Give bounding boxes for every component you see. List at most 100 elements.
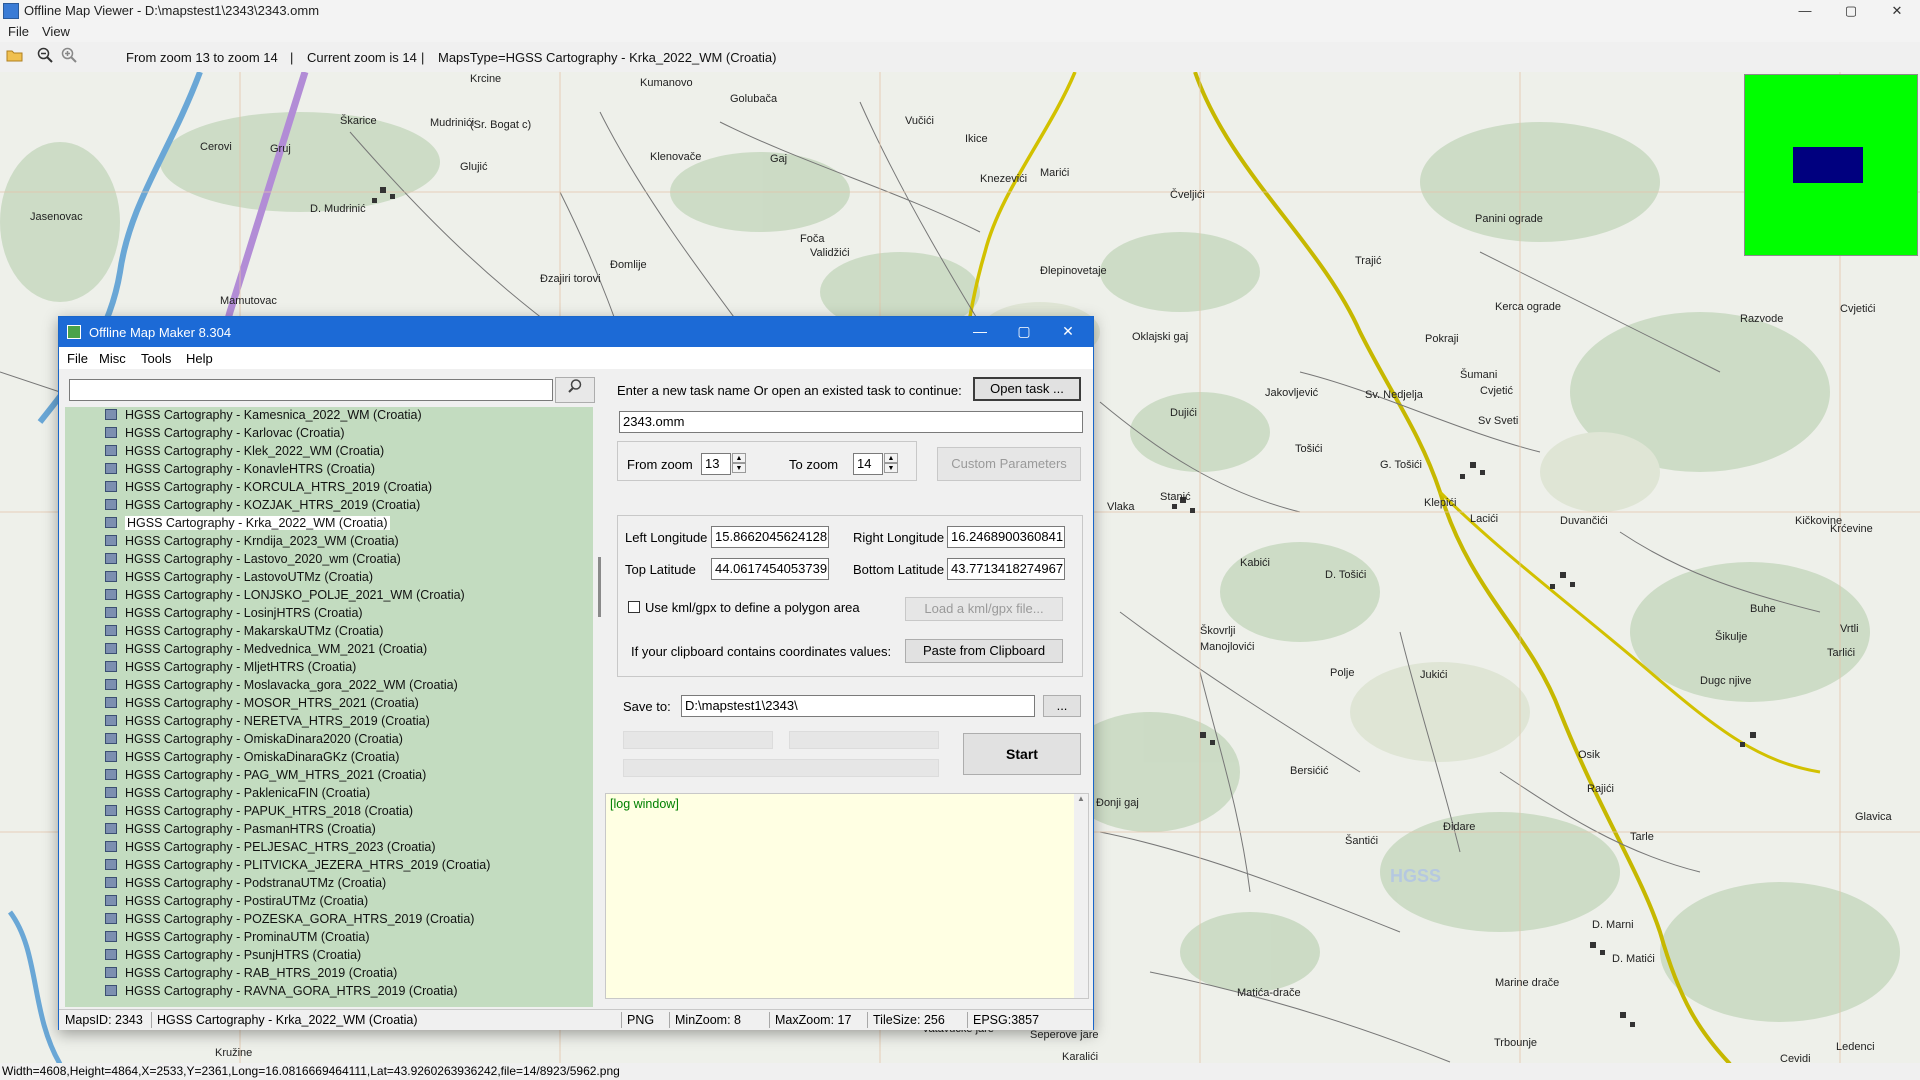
map-source-icon xyxy=(105,679,117,690)
tree-item[interactable]: HGSS Cartography - PLITVICKA_JEZERA_HTRS… xyxy=(65,857,585,875)
tree-item-label: HGSS Cartography - OmiskaDinara2020 (Cro… xyxy=(125,732,403,746)
tree-item[interactable]: HGSS Cartography - PostiraUTMz (Croatia) xyxy=(65,893,585,911)
browse-folder-button[interactable]: ... xyxy=(1043,695,1081,717)
tree-item[interactable]: HGSS Cartography - PELJESAC_HTRS_2023 (C… xyxy=(65,839,585,857)
paste-clipboard-button[interactable]: Paste from Clipboard xyxy=(905,639,1063,663)
menu-file[interactable]: File xyxy=(8,24,29,39)
from-zoom-input[interactable]: 13 xyxy=(701,453,731,475)
zoom-in-icon[interactable] xyxy=(59,47,79,67)
tree-item[interactable]: HGSS Cartography - NERETVA_HTRS_2019 (Cr… xyxy=(65,713,585,731)
overview-minimap[interactable] xyxy=(1744,74,1918,256)
tree-item[interactable]: HGSS Cartography - Moslavacka_gora_2022_… xyxy=(65,677,585,695)
map-place-label: D. Marni xyxy=(1592,919,1634,931)
tree-item[interactable]: HGSS Cartography - LosinjHTRS (Croatia) xyxy=(65,605,585,623)
top-latitude-input[interactable]: 44.0617454053739 xyxy=(711,558,829,580)
dialog-menu-tools[interactable]: Tools xyxy=(141,351,171,366)
from-zoom-spinner[interactable]: ▲ ▼ xyxy=(732,453,746,475)
folder-open-icon[interactable] xyxy=(5,47,25,67)
tree-item[interactable]: HGSS Cartography - Lastovo_2020_wm (Croa… xyxy=(65,551,585,569)
tree-item[interactable]: HGSS Cartography - PaklenicaFIN (Croatia… xyxy=(65,785,585,803)
search-button[interactable] xyxy=(555,377,595,403)
tree-item[interactable]: HGSS Cartography - PsunjHTRS (Croatia) xyxy=(65,947,585,965)
tree-item[interactable]: HGSS Cartography - PAG_WM_HTRS_2021 (Cro… xyxy=(65,767,585,785)
map-place-label: Golubača xyxy=(730,93,778,105)
tree-item[interactable]: HGSS Cartography - PAPUK_HTRS_2018 (Croa… xyxy=(65,803,585,821)
dialog-minimize-button[interactable]: — xyxy=(957,317,1003,347)
tree-item[interactable]: HGSS Cartography - Karlovac (Croatia) xyxy=(65,425,585,443)
log-scrollbar[interactable]: ▲ xyxy=(1074,794,1088,998)
map-place-label: Panini ograde xyxy=(1475,213,1543,225)
left-longitude-input[interactable]: 15.8662045624128 xyxy=(711,526,829,548)
map-source-icon xyxy=(105,751,117,762)
right-longitude-input[interactable]: 16.2468900360841 xyxy=(947,526,1065,548)
map-place-label: Vlaka xyxy=(1107,501,1135,513)
tree-item[interactable]: HGSS Cartography - MljetHTRS (Croatia) xyxy=(65,659,585,677)
open-task-button[interactable]: Open task ... xyxy=(973,377,1081,401)
maps-search-input[interactable] xyxy=(69,379,553,401)
tree-scroll-thumb[interactable] xyxy=(598,557,601,617)
close-button[interactable]: ✕ xyxy=(1874,0,1920,22)
tree-item[interactable]: HGSS Cartography - POZESKA_GORA_HTRS_201… xyxy=(65,911,585,929)
to-zoom-input[interactable]: 14 xyxy=(853,453,883,475)
tree-item[interactable]: HGSS Cartography - MOSOR_HTRS_2021 (Croa… xyxy=(65,695,585,713)
status-separator xyxy=(621,1012,622,1028)
map-source-icon xyxy=(105,535,117,546)
map-source-icon xyxy=(105,571,117,582)
map-place-label: Matića-drače xyxy=(1237,987,1301,999)
task-name-input[interactable]: 2343.omm xyxy=(619,411,1083,433)
tree-item[interactable]: HGSS Cartography - Klek_2022_WM (Croatia… xyxy=(65,443,585,461)
tree-item[interactable]: HGSS Cartography - OmiskaDinaraGKz (Croa… xyxy=(65,749,585,767)
tree-item[interactable]: HGSS Cartography - ProminaUTM (Croatia) xyxy=(65,929,585,947)
save-path-input[interactable]: D:\mapstest1\2343\ xyxy=(681,695,1035,717)
map-source-icon xyxy=(105,445,117,456)
maximize-button[interactable]: ▢ xyxy=(1828,0,1874,22)
tree-item[interactable]: HGSS Cartography - LONJSKO_POLJE_2021_WM… xyxy=(65,587,585,605)
tree-item-label: HGSS Cartography - PELJESAC_HTRS_2023 (C… xyxy=(125,840,436,854)
dialog-close-button[interactable]: ✕ xyxy=(1045,317,1091,347)
maps-tree-list[interactable]: HGSS Cartography - Kamesnica_2022_WM (Cr… xyxy=(65,407,594,1007)
tree-item[interactable]: HGSS Cartography - Medvednica_WM_2021 (C… xyxy=(65,641,585,659)
start-button[interactable]: Start xyxy=(963,733,1081,775)
tree-item[interactable]: HGSS Cartography - PasmanHTRS (Croatia) xyxy=(65,821,585,839)
bottom-latitude-input[interactable]: 43.7713418274967 xyxy=(947,558,1065,580)
dialog-menu-misc[interactable]: Misc xyxy=(99,351,126,366)
dialog-titlebar: Offline Map Maker 8.304 — ▢ ✕ xyxy=(59,317,1093,347)
use-kml-checkbox[interactable] xyxy=(628,601,640,613)
map-source-icon xyxy=(105,625,117,636)
dialog-menu-file[interactable]: File xyxy=(67,351,88,366)
map-place-label: Dugc njive xyxy=(1700,675,1751,687)
zoom-out-icon[interactable] xyxy=(35,47,55,67)
tree-item-label: HGSS Cartography - RAB_HTRS_2019 (Croati… xyxy=(125,966,398,980)
tree-item[interactable]: HGSS Cartography - MakarskaUTMz (Croatia… xyxy=(65,623,585,641)
minimap-viewport[interactable] xyxy=(1793,147,1863,183)
progress-bar-2 xyxy=(789,731,939,749)
to-zoom-spinner[interactable]: ▲ ▼ xyxy=(884,453,898,475)
tree-item[interactable]: HGSS Cartography - KORCULA_HTRS_2019 (Cr… xyxy=(65,479,585,497)
tree-item[interactable]: HGSS Cartography - RAVNA_GORA_HTRS_2019 … xyxy=(65,983,585,1001)
load-kml-button[interactable]: Load a kml/gpx file... xyxy=(905,597,1063,621)
dialog-maximize-button[interactable]: ▢ xyxy=(1001,317,1047,347)
tree-item-label: HGSS Cartography - LastovoUTMz (Croatia) xyxy=(125,570,373,584)
tree-item[interactable]: HGSS Cartography - LastovoUTMz (Croatia) xyxy=(65,569,585,587)
map-place-label: Čveljići xyxy=(1170,188,1205,201)
log-window[interactable]: [log window] ▲ xyxy=(605,793,1089,999)
map-source-icon xyxy=(105,967,117,978)
tree-item[interactable]: HGSS Cartography - RAB_HTRS_2019 (Croati… xyxy=(65,965,585,983)
tree-item[interactable]: HGSS Cartography - OmiskaDinara2020 (Cro… xyxy=(65,731,585,749)
map-place-label: Krćevine xyxy=(1830,523,1873,535)
tree-item-label: HGSS Cartography - Krndija_2023_WM (Croa… xyxy=(125,534,399,548)
tree-item-label: HGSS Cartography - PsunjHTRS (Croatia) xyxy=(125,948,362,962)
menu-view[interactable]: View xyxy=(42,24,70,39)
map-place-label: Mamutovac xyxy=(220,295,277,307)
tree-item[interactable]: HGSS Cartography - Kamesnica_2022_WM (Cr… xyxy=(65,407,585,425)
tree-item[interactable]: HGSS Cartography - PodstranaUTMz (Croati… xyxy=(65,875,585,893)
dialog-menu-help[interactable]: Help xyxy=(186,351,213,366)
map-source-icon xyxy=(105,769,117,780)
tree-item[interactable]: HGSS Cartography - Krka_2022_WM (Croatia… xyxy=(65,515,585,533)
minimize-button[interactable]: — xyxy=(1782,0,1828,22)
map-place-label: Đidare xyxy=(1443,821,1475,833)
tree-item[interactable]: HGSS Cartography - KOZJAK_HTRS_2019 (Cro… xyxy=(65,497,585,515)
custom-parameters-button[interactable]: Custom Parameters xyxy=(937,447,1081,481)
tree-item[interactable]: HGSS Cartography - Krndija_2023_WM (Croa… xyxy=(65,533,585,551)
tree-item[interactable]: HGSS Cartography - KonavleHTRS (Croatia) xyxy=(65,461,585,479)
